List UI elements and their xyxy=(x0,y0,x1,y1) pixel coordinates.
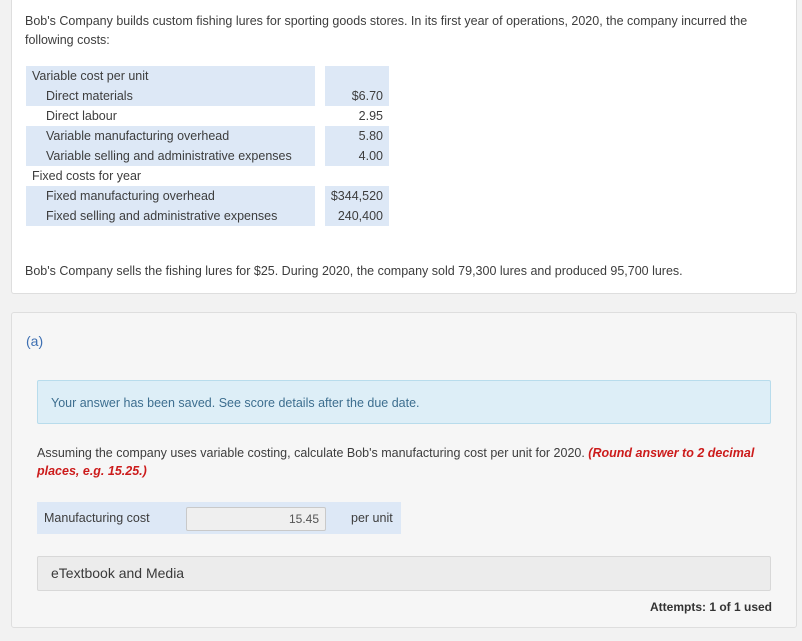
etextbook-media-button[interactable]: eTextbook and Media xyxy=(37,556,771,591)
problem-intro: Bob's Company builds custom fishing lure… xyxy=(25,14,748,47)
row-label: Direct materials xyxy=(26,86,315,106)
answer-row: Manufacturing cost 15.45 per unit xyxy=(37,502,401,534)
part-card: (a) Your answer has been saved. See scor… xyxy=(11,312,797,628)
cost-table: Variable cost per unit Direct materials … xyxy=(26,66,389,226)
table-row: Direct materials $6.70 xyxy=(26,86,389,106)
row-label: Variable manufacturing overhead xyxy=(26,126,315,146)
fixed-cost-header: Fixed costs for year xyxy=(26,166,315,186)
table-row: Fixed manufacturing overhead $344,520 xyxy=(26,186,389,206)
row-value: $344,520 xyxy=(325,186,389,206)
row-label: Fixed selling and administrative expense… xyxy=(26,206,315,226)
table-row: Variable cost per unit xyxy=(26,66,389,86)
row-label: Direct labour xyxy=(26,106,315,126)
answer-unit: per unit xyxy=(351,511,393,525)
table-row: Direct labour 2.95 xyxy=(26,106,389,126)
part-label: (a) xyxy=(26,333,44,349)
question-body: Assuming the company uses variable costi… xyxy=(37,446,589,460)
row-value: 4.00 xyxy=(325,146,389,166)
variable-cost-header: Variable cost per unit xyxy=(26,66,315,86)
table-row: Variable selling and administrative expe… xyxy=(26,146,389,166)
table-row: Variable manufacturing overhead 5.80 xyxy=(26,126,389,146)
table-row: Fixed selling and administrative expense… xyxy=(26,206,389,226)
row-value: $6.70 xyxy=(325,86,389,106)
manufacturing-cost-input[interactable]: 15.45 xyxy=(186,507,326,531)
row-value: 2.95 xyxy=(325,106,389,126)
row-value: 5.80 xyxy=(325,126,389,146)
saved-notice: Your answer has been saved. See score de… xyxy=(37,380,771,424)
row-label: Fixed manufacturing overhead xyxy=(26,186,315,206)
problem-card: Bob's Company builds custom fishing lure… xyxy=(11,0,797,294)
table-row: Fixed costs for year xyxy=(26,166,389,186)
attempts-status: Attempts: 1 of 1 used xyxy=(649,600,772,614)
row-label: Variable selling and administrative expe… xyxy=(26,146,315,166)
question-text: Assuming the company uses variable costi… xyxy=(37,444,777,480)
answer-label: Manufacturing cost xyxy=(44,511,150,525)
problem-outro: Bob's Company sells the fishing lures fo… xyxy=(25,264,683,278)
row-value: 240,400 xyxy=(325,206,389,226)
